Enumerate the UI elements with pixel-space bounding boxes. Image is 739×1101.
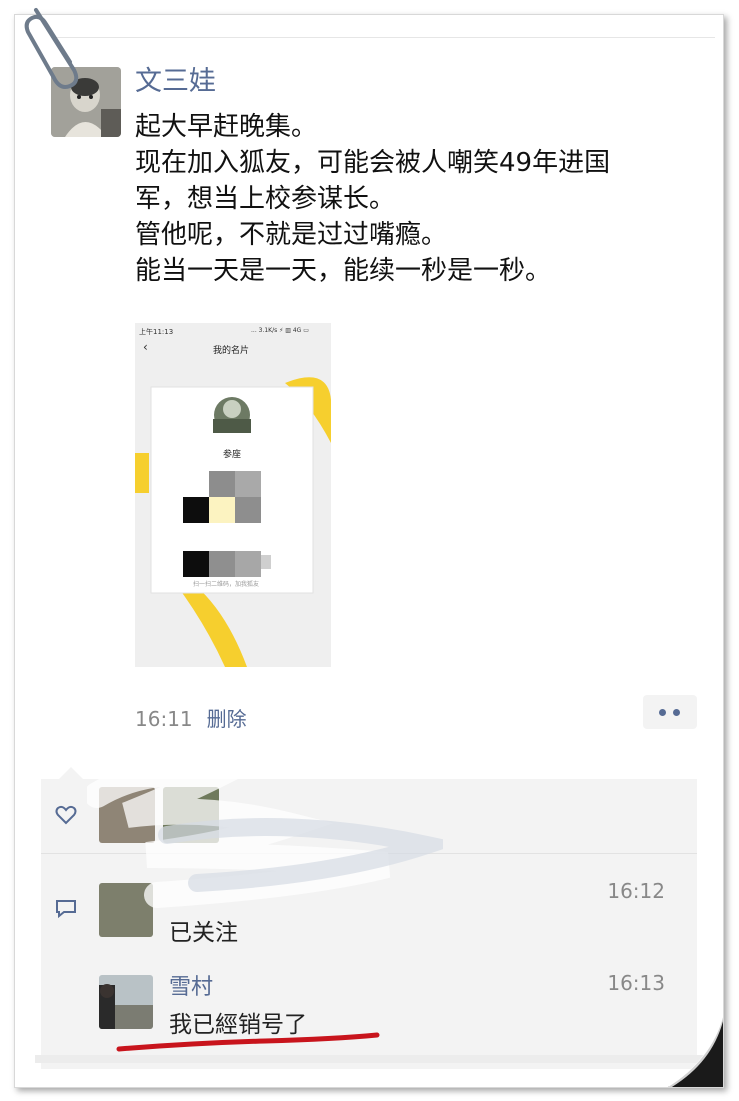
commenter-avatar[interactable]: [99, 975, 153, 1029]
post-line: 能当一天是一天，能续一秒是一秒。: [135, 256, 552, 286]
post-text: 起大早赶晚集。 现在加入狐友，可能会被人嘲笑49年进国 军，想当上校参谋长。 管…: [135, 109, 705, 289]
card-title: 我的名片: [213, 346, 250, 356]
post-line: 军，想当上校参谋长。: [135, 184, 396, 214]
post-line: 管他呢，不就是过过嘴瘾。: [135, 220, 448, 250]
post-meta: 16:11 删除: [135, 703, 247, 732]
delete-link[interactable]: 删除: [207, 707, 247, 731]
bottom-edge: [35, 1055, 711, 1063]
status-time: 上午11:13: [139, 328, 174, 336]
post-time: 16:11: [135, 707, 193, 731]
top-divider: [51, 37, 715, 38]
commenter-name[interactable]: 雪村: [169, 969, 213, 1001]
comment-time: 16:13: [607, 971, 665, 995]
red-underline: [116, 1032, 380, 1052]
paperclip-icon: [24, 8, 79, 89]
comment-icon: [56, 900, 76, 919]
redaction-scribble: [87, 765, 443, 908]
post-line: 起大早赶晚集。: [135, 112, 318, 142]
post-line: 现在加入狐友，可能会被人嘲笑49年进国: [135, 148, 611, 178]
page-curl: [668, 1014, 723, 1087]
card-hint: 扫一扫二维码，加我狐友: [193, 581, 260, 588]
more-options-button[interactable]: [643, 695, 697, 729]
card-name: 参座: [223, 450, 242, 460]
back-chevron-icon: ‹: [143, 340, 148, 354]
heart-icon: [55, 805, 77, 825]
status-indicators: ... 3.1K/s ⚡ ▥ 4G ▭: [251, 327, 309, 334]
more-dot-icon: [659, 709, 666, 716]
comments-panel: 16:12 已关注 雪村 16:13 我已經销号了: [41, 765, 697, 1069]
comment-pointer: [59, 767, 83, 779]
comment-time: 16:12: [607, 879, 665, 903]
author-name[interactable]: 文三娃: [135, 59, 216, 98]
comment-text: 已关注: [169, 920, 238, 946]
post-image[interactable]: 上午11:13 ... 3.1K/s ⚡ ▥ 4G ▭ ‹ 我的名片 参座 扫一…: [135, 323, 331, 667]
screenshot-page: 文三娃 起大早赶晚集。 现在加入狐友，可能会被人嘲笑49年进国 军，想当上校参谋…: [14, 14, 724, 1088]
more-dot-icon: [673, 709, 680, 716]
